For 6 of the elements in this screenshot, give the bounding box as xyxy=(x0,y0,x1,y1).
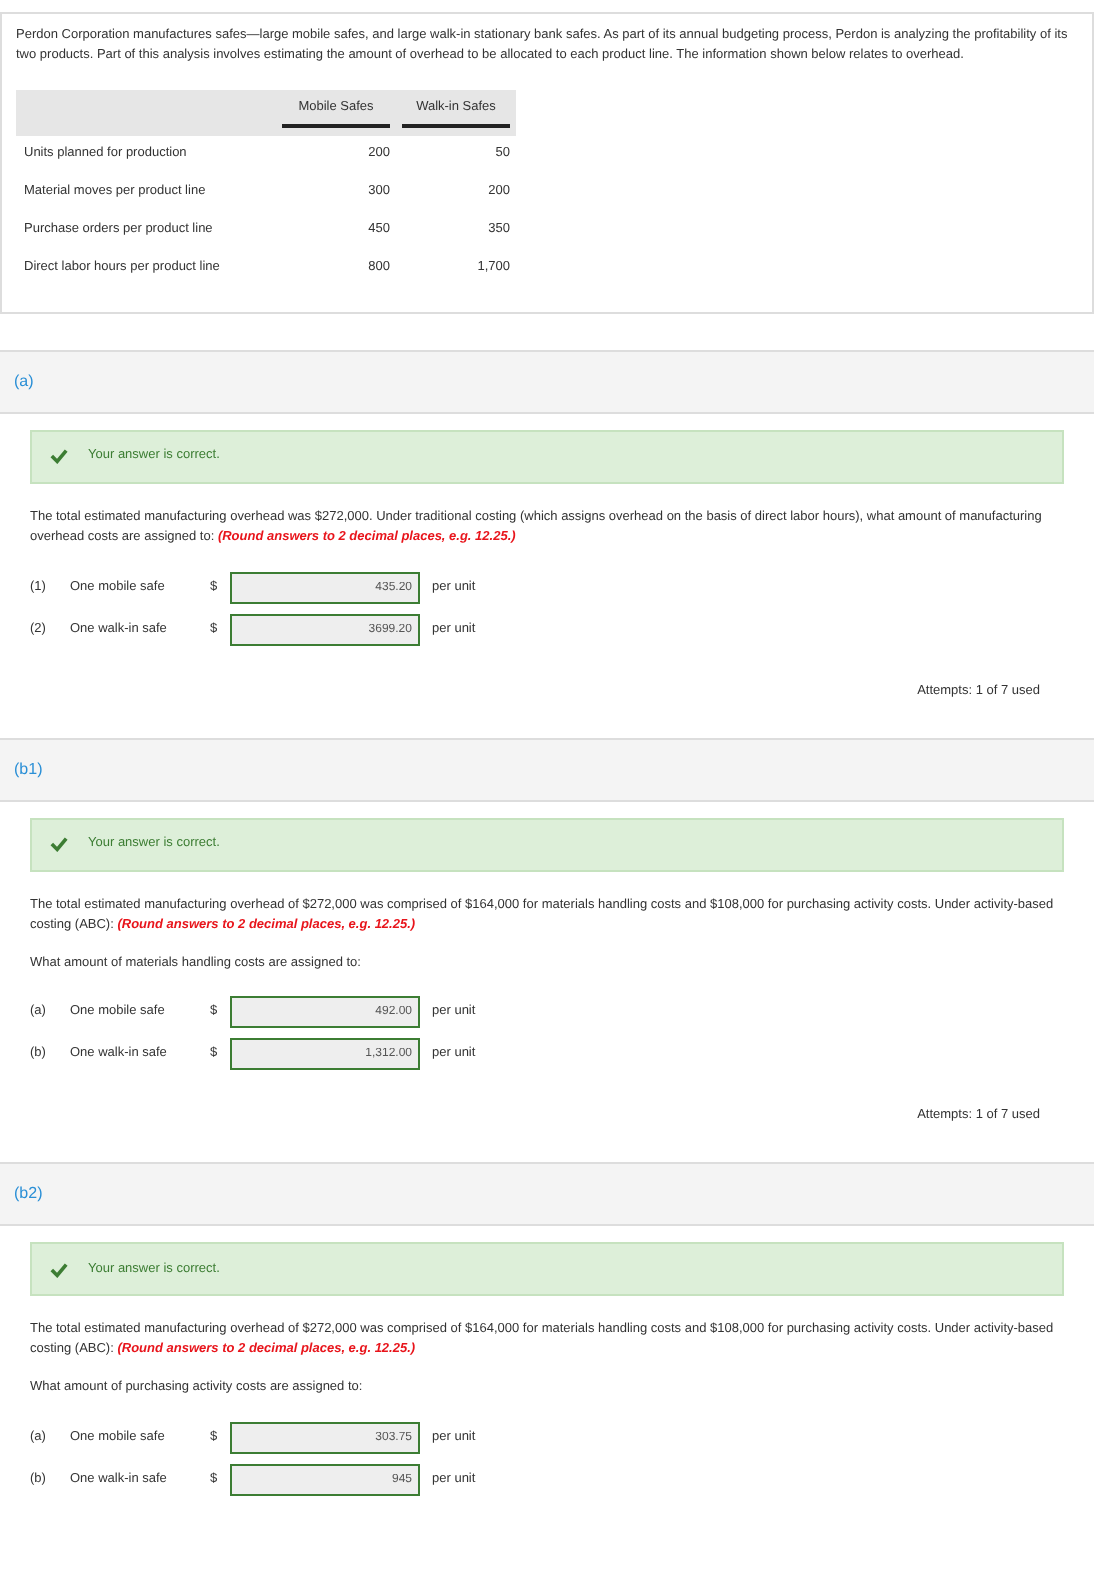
checkmark-icon xyxy=(50,448,68,465)
part-label: (a) xyxy=(14,369,34,394)
checkmark-icon xyxy=(50,1261,68,1277)
part-label: (b1) xyxy=(14,757,43,781)
checkmark-icon xyxy=(50,836,68,852)
part-label: (b2) xyxy=(14,1182,43,1206)
